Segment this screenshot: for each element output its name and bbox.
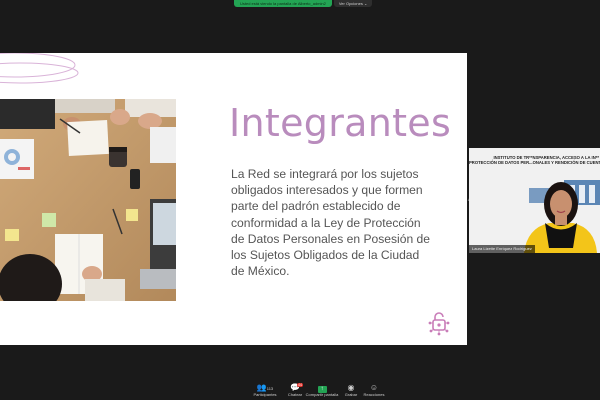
reactions-icon: ☺: [369, 383, 379, 392]
participant-video-tile[interactable]: INSTITUTO DE TR**NSPARENCIA, ACCESO A LA…: [469, 148, 600, 253]
share-status-label: Usted está viendo la pantalla de Alberto…: [234, 0, 332, 7]
view-options-button[interactable]: Ver Opciones ⌄: [333, 0, 373, 7]
participant-name: Laura Lizette Enríquez Rodríguez: [469, 245, 535, 253]
meeting-toolbar: 👥113 Participantes 💬 44 Chatear ↑ Compar…: [0, 382, 600, 400]
shared-slide: Integrantes La Red se integrará por los …: [0, 53, 467, 345]
reactions-button[interactable]: ☺ Reacciones: [352, 383, 396, 398]
share-status-bar: Usted está viendo la pantalla de Alberto…: [234, 0, 373, 7]
slide-body-text: La Red se integrará por los sujetos obli…: [231, 167, 431, 279]
decorative-ellipses: [0, 53, 79, 84]
slide-photo: [0, 99, 176, 301]
meeting-window: Usted está viendo la pantalla de Alberto…: [0, 0, 600, 400]
slide-title: Integrantes: [229, 101, 452, 145]
institution-banner: INSTITUTO DE TR**NSPARENCIA, ACCESO A LA…: [469, 155, 600, 165]
reactions-label: Reacciones: [363, 392, 385, 397]
lock-network-icon: [428, 312, 450, 336]
banner-line-2: PROTECCIÓN DE DATOS PER...ONALES Y RENDI…: [469, 160, 600, 165]
